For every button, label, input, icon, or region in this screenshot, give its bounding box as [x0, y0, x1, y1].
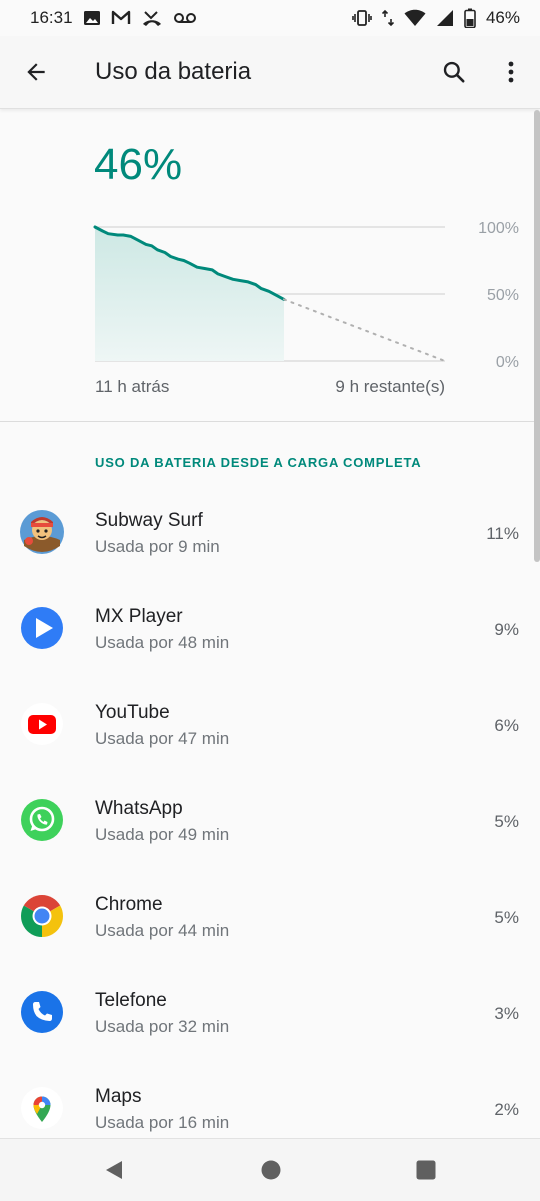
app-usage: Usada por 49 min: [95, 825, 230, 844]
more-vert-icon: [508, 61, 514, 83]
chrome-icon: [20, 895, 64, 937]
app-name: YouTube: [95, 702, 170, 723]
status-time: 16:31: [30, 8, 73, 27]
gmail-icon: [111, 9, 131, 27]
app-name: WhatsApp: [95, 798, 183, 819]
wifi-icon: [404, 9, 426, 27]
missed-call-icon: [141, 9, 163, 27]
page-title: Uso da bateria: [95, 58, 252, 85]
arrow-back-icon: [27, 63, 45, 81]
app-percent: 3%: [494, 1004, 519, 1023]
app-name: MX Player: [95, 606, 183, 627]
section-divider: [0, 421, 540, 422]
nav-recents-button[interactable]: [414, 1158, 438, 1182]
app-name: Subway Surf: [95, 510, 203, 531]
list-item[interactable]: Telefone Usada por 32 min 3%: [0, 990, 540, 1086]
app-bar: Uso da bateria: [0, 36, 540, 109]
mx-player-icon: [21, 607, 63, 649]
vibrate-icon: [352, 9, 372, 27]
whatsapp-icon: [21, 799, 63, 841]
chart-tick-label: 0%: [496, 354, 519, 371]
battery-icon: [464, 8, 476, 28]
time-remaining-label: 9 h restante(s): [335, 377, 445, 396]
chart-tick-labels: 100% 50% 0%: [478, 220, 519, 371]
status-right: 46%: [352, 8, 520, 28]
subway-surf-icon: [20, 510, 64, 554]
section-header: USO DA BATERIA DESDE A CARGA COMPLETA: [95, 455, 422, 470]
app-percent: 5%: [494, 908, 519, 927]
search-icon: [443, 61, 465, 83]
app-usage: Usada por 9 min: [95, 537, 220, 556]
image-icon: [83, 9, 101, 27]
app-name: Maps: [95, 1086, 142, 1107]
app-name: Telefone: [95, 990, 167, 1011]
maps-icon: [21, 1087, 63, 1129]
chart-area: [95, 227, 284, 361]
navigation-bar: [0, 1138, 540, 1201]
app-name: Chrome: [95, 894, 163, 915]
chart-tick-label: 100%: [478, 220, 519, 237]
scrollbar[interactable]: [534, 110, 540, 562]
signal-icon: [436, 9, 454, 27]
list-item[interactable]: Subway Surf Usada por 9 min 11%: [0, 510, 540, 606]
app-percent: 9%: [494, 620, 519, 639]
nav-back-button[interactable]: [102, 1158, 126, 1182]
nav-home-icon: [261, 1160, 281, 1180]
app-usage: Usada por 48 min: [95, 633, 230, 652]
list-item[interactable]: Chrome Usada por 44 min 5%: [0, 894, 540, 990]
app-percent: 6%: [494, 716, 519, 735]
app-percent: 2%: [494, 1100, 519, 1119]
back-button[interactable]: [18, 54, 54, 90]
battery-level: 46%: [94, 140, 183, 189]
list-item[interactable]: WhatsApp Usada por 49 min 5%: [0, 798, 540, 894]
list-item[interactable]: MX Player Usada por 48 min 9%: [0, 606, 540, 702]
app-percent: 5%: [494, 812, 519, 831]
status-bar: 16:31 46%: [0, 0, 540, 36]
nav-home-button[interactable]: [259, 1158, 283, 1182]
voicemail-icon: [173, 9, 197, 27]
app-usage: Usada por 32 min: [95, 1017, 230, 1036]
app-usage: Usada por 16 min: [95, 1113, 230, 1132]
nav-recents-icon: [416, 1160, 436, 1180]
list-item[interactable]: YouTube Usada por 47 min 6%: [0, 702, 540, 798]
phone-icon: [21, 991, 63, 1033]
time-ago-label: 11 h atrás: [95, 377, 170, 396]
data-arrows-icon: [381, 9, 394, 27]
search-button[interactable]: [436, 54, 472, 90]
youtube-icon: [21, 703, 63, 745]
app-usage: Usada por 44 min: [95, 921, 230, 940]
app-percent: 11%: [486, 524, 519, 543]
app-usage: Usada por 47 min: [95, 729, 230, 748]
chart-projection-line: [283, 298, 446, 362]
more-options-button[interactable]: [496, 54, 526, 90]
nav-back-icon: [106, 1161, 122, 1179]
status-battery-percent: 46%: [485, 8, 520, 27]
status-left: 16:31: [30, 8, 197, 28]
chart-tick-label: 50%: [487, 287, 519, 304]
